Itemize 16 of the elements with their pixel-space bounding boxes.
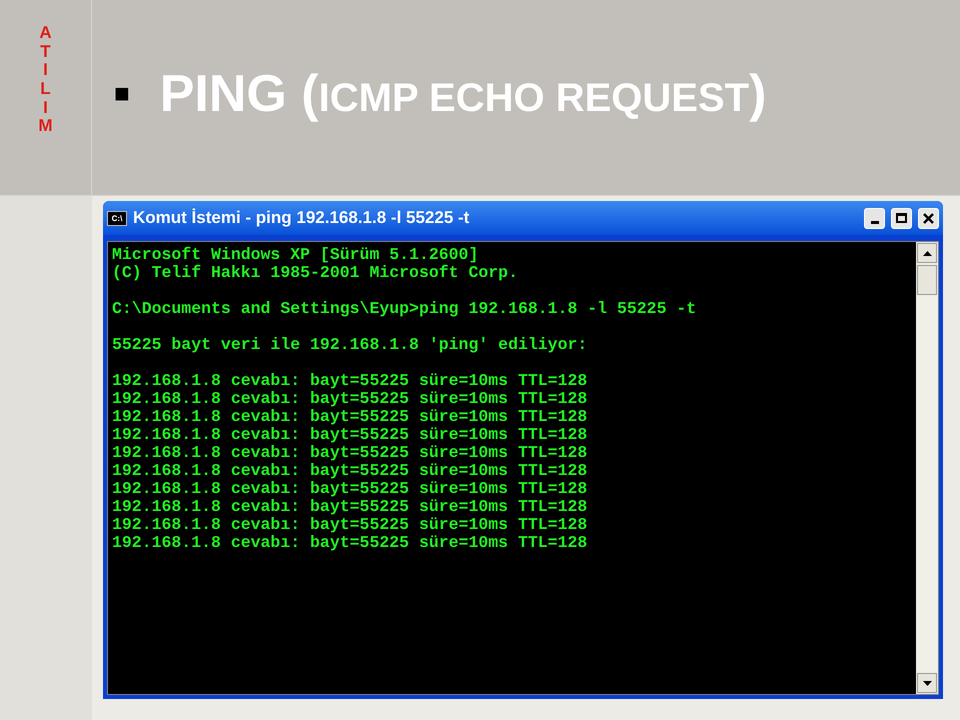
- console-output: Microsoft Windows XP [Sürüm 5.1.2600] (C) Telif Hakkı 1985-2001 Microsoft Corp. C:\Documents and Settings\Eyup>ping 192.168.1.8 -l 55225 -t 55225 bayt veri ile 192.168.1.8 'ping' ediliyor: 192.168.1.8 cevabı: bayt=55225 süre=10ms TTL=128 192.168.1.8 cevabı: bayt=55225 süre=10ms TTL=128 192.168.1.8 cevabı: bayt=55225 süre=10ms TTL=128 192.168.1.8 cevabı: bayt=55225 süre=10ms TTL=128 192.168.1.8 cevabı: bayt=55225 süre=10ms TTL=128 192.168.1.8 cevabı: bayt=55225 süre=10ms TTL=128 192.168.1.8 cevabı: bayt=55225 süre=10ms TTL=128 192.168.1.8 cevabı: bayt=55225 süre=10ms TTL=128 192.168.1.8 cevabı: bayt=55225 süre=10ms TTL=128 192.168.1.8 cevabı: bayt=55225 süre=10ms TTL=128: [111, 244, 698, 554]
- scrollbar[interactable]: [916, 242, 938, 694]
- logo-text: ATILIM: [38, 24, 53, 138]
- window-title: Komut İstemi - ping 192.168.1.8 -l 55225 -t: [133, 207, 470, 230]
- slide-title: PING (ICMP ECHO REQUEST): [160, 64, 766, 124]
- up-arrow-icon: [922, 250, 932, 256]
- down-arrow-icon: [922, 680, 932, 686]
- bullet: ■: [114, 77, 130, 110]
- maximize-button[interactable]: [891, 208, 912, 228]
- scroll-down-button[interactable]: [917, 673, 937, 693]
- close-button[interactable]: [918, 208, 939, 228]
- console-icon: C:\: [107, 210, 127, 226]
- scroll-thumb[interactable]: [917, 265, 937, 295]
- close-icon: [923, 212, 934, 224]
- scroll-up-button[interactable]: [917, 243, 937, 263]
- minimize-button[interactable]: [864, 208, 885, 228]
